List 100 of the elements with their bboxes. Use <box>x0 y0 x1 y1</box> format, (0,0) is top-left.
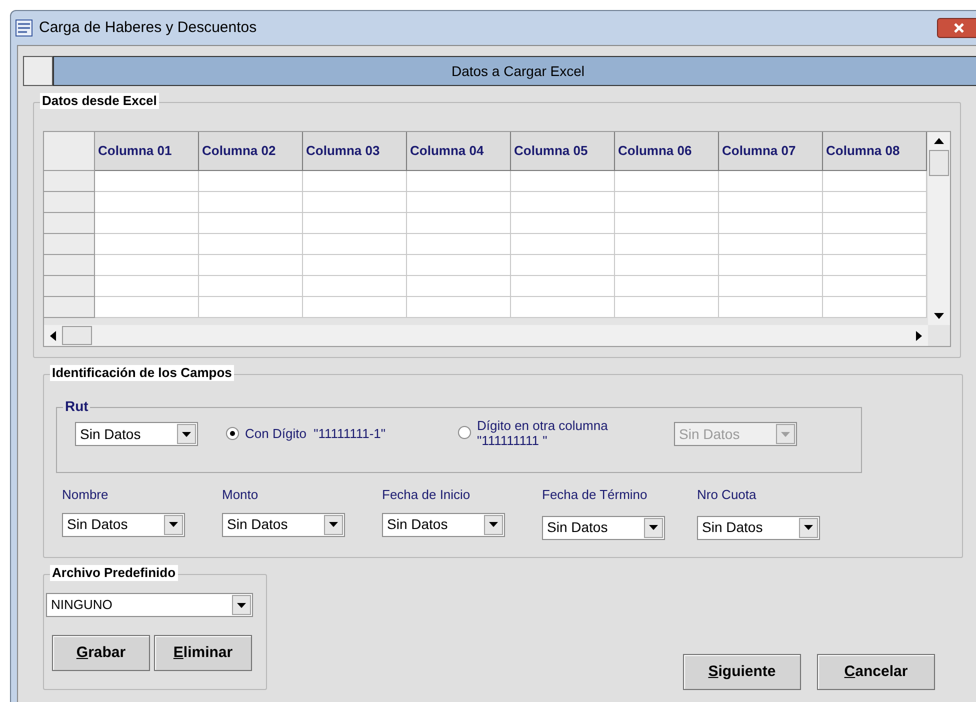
row-header[interactable] <box>44 192 95 213</box>
table-cell[interactable] <box>95 171 199 192</box>
column-header[interactable]: Columna 07 <box>719 132 823 171</box>
corner-cell[interactable] <box>44 132 95 171</box>
table-cell[interactable] <box>199 297 303 318</box>
row-header[interactable] <box>44 297 95 318</box>
row-header[interactable] <box>44 276 95 297</box>
column-header[interactable]: Columna 08 <box>823 132 927 171</box>
dropdown[interactable]: Sin Datos <box>62 512 185 536</box>
group-title: Identificación de los Campos <box>50 365 234 381</box>
table-cell[interactable] <box>719 171 823 192</box>
scrollbar-thumb[interactable] <box>62 326 92 345</box>
table-cell[interactable] <box>95 276 199 297</box>
radio-option[interactable]: Con Dígito "11111111-1" <box>226 426 450 441</box>
table-cell[interactable] <box>615 276 719 297</box>
app-logo-icon <box>15 19 33 37</box>
table-cell[interactable] <box>303 255 407 276</box>
table-cell[interactable] <box>823 234 927 255</box>
field-label: Nro Cuota <box>697 486 758 504</box>
table-cell[interactable] <box>199 234 303 255</box>
table-cell[interactable] <box>303 297 407 318</box>
scroll-down-arrow-icon[interactable] <box>934 313 944 319</box>
dropdown[interactable]: Sin Datos <box>75 422 198 446</box>
table-cell[interactable] <box>95 213 199 234</box>
table-cell[interactable] <box>719 234 823 255</box>
scroll-left-arrow-icon[interactable] <box>50 330 56 340</box>
dropdown[interactable]: Sin Datos <box>542 516 665 540</box>
row-header[interactable] <box>44 171 95 192</box>
table-cell[interactable] <box>407 297 511 318</box>
table-cell[interactable] <box>719 297 823 318</box>
action-button[interactable]: Grabar <box>52 635 150 671</box>
table-cell[interactable] <box>823 255 927 276</box>
column-header[interactable]: Columna 03 <box>303 132 407 171</box>
table-cell[interactable] <box>719 276 823 297</box>
radio-button[interactable] <box>458 426 471 439</box>
table-cell[interactable] <box>95 255 199 276</box>
table-cell[interactable] <box>823 213 927 234</box>
table-cell[interactable] <box>511 171 615 192</box>
table-cell[interactable] <box>823 192 927 213</box>
scroll-right-arrow-icon[interactable] <box>916 330 922 340</box>
table-cell[interactable] <box>199 255 303 276</box>
row-header[interactable] <box>44 213 95 234</box>
table-cell[interactable] <box>615 297 719 318</box>
table-cell[interactable] <box>511 297 615 318</box>
table-cell[interactable] <box>303 192 407 213</box>
table-cell[interactable] <box>511 234 615 255</box>
dropdown[interactable]: Sin Datos <box>382 512 505 536</box>
table-cell[interactable] <box>407 276 511 297</box>
vertical-scrollbar[interactable] <box>928 132 950 325</box>
row-header[interactable] <box>44 255 95 276</box>
table-cell[interactable] <box>823 276 927 297</box>
window-title: Carga de Haberes y Descuentos <box>39 18 257 38</box>
table-cell[interactable] <box>615 171 719 192</box>
horizontal-scrollbar[interactable] <box>44 325 928 346</box>
close-button[interactable] <box>937 18 976 38</box>
table-cell[interactable] <box>303 276 407 297</box>
table-cell[interactable] <box>615 255 719 276</box>
table-cell[interactable] <box>95 192 199 213</box>
table-cell[interactable] <box>407 255 511 276</box>
table-cell[interactable] <box>615 234 719 255</box>
action-button[interactable]: Eliminar <box>154 635 252 671</box>
action-button[interactable]: Siguiente <box>683 654 801 690</box>
table-cell[interactable] <box>303 171 407 192</box>
table-cell[interactable] <box>95 234 199 255</box>
row-header[interactable] <box>44 234 95 255</box>
dropdown[interactable]: Sin Datos <box>697 516 820 540</box>
column-header[interactable]: Columna 05 <box>511 132 615 171</box>
table-cell[interactable] <box>199 213 303 234</box>
table-cell[interactable] <box>303 234 407 255</box>
column-header[interactable]: Columna 01 <box>95 132 199 171</box>
table-cell[interactable] <box>407 234 511 255</box>
table-cell[interactable] <box>719 192 823 213</box>
table-cell[interactable] <box>95 297 199 318</box>
table-cell[interactable] <box>511 255 615 276</box>
table-cell[interactable] <box>511 192 615 213</box>
table-cell[interactable] <box>199 171 303 192</box>
column-header[interactable]: Columna 06 <box>615 132 719 171</box>
table-cell[interactable] <box>511 213 615 234</box>
table-cell[interactable] <box>407 213 511 234</box>
table-cell[interactable] <box>823 297 927 318</box>
action-button[interactable]: Cancelar <box>817 654 935 690</box>
dropdown[interactable]: NINGUNO <box>46 593 253 617</box>
table-cell[interactable] <box>303 213 407 234</box>
table-cell[interactable] <box>719 255 823 276</box>
table-cell[interactable] <box>407 192 511 213</box>
table-cell[interactable] <box>199 192 303 213</box>
radio-button[interactable] <box>226 427 239 440</box>
table-cell[interactable] <box>615 213 719 234</box>
scroll-up-arrow-icon[interactable] <box>934 138 944 144</box>
column-header[interactable]: Columna 02 <box>199 132 303 171</box>
column-header[interactable]: Columna 04 <box>407 132 511 171</box>
table-cell[interactable] <box>823 171 927 192</box>
radio-option[interactable]: Dígito en otra columna "111111111 " <box>458 418 672 448</box>
table-cell[interactable] <box>719 213 823 234</box>
table-cell[interactable] <box>511 276 615 297</box>
table-cell[interactable] <box>407 171 511 192</box>
dropdown[interactable]: Sin Datos <box>222 512 345 536</box>
scrollbar-thumb[interactable] <box>929 150 949 176</box>
table-cell[interactable] <box>199 276 303 297</box>
table-cell[interactable] <box>615 192 719 213</box>
